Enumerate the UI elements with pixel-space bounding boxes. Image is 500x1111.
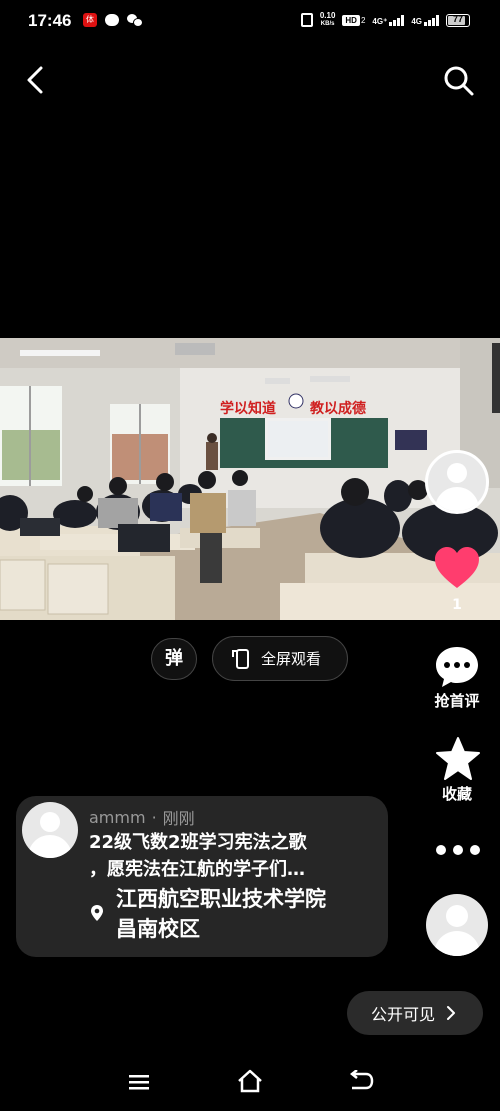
system-nav-bar bbox=[0, 1052, 500, 1111]
network-speed: 0.10 KB/s bbox=[320, 12, 336, 28]
comment-button[interactable] bbox=[433, 644, 481, 690]
author-name[interactable]: ammm bbox=[89, 808, 146, 827]
visibility-button[interactable]: 公开可见 bbox=[347, 991, 483, 1035]
heart-icon bbox=[435, 547, 479, 588]
signal-2: 4G bbox=[411, 14, 439, 26]
hd-indicator: HD 2 bbox=[342, 14, 366, 26]
music-disc-avatar[interactable] bbox=[426, 894, 488, 956]
location-link[interactable]: 江西航空职业技术学院 昌南校区 bbox=[116, 884, 386, 944]
hd-badge: HD bbox=[342, 14, 360, 26]
vibrate-icon bbox=[300, 13, 313, 27]
search-icon bbox=[444, 66, 474, 96]
banner-left-text: 学以知道 bbox=[220, 400, 276, 417]
danmaku-button[interactable]: 弹 bbox=[151, 638, 197, 680]
status-time: 17:46 bbox=[28, 11, 72, 30]
post-title-line-2: ，愿宪法在江航的学子们… bbox=[89, 859, 305, 880]
banner-right-text: 教以成德 bbox=[310, 400, 366, 417]
message-icon bbox=[105, 14, 119, 26]
wechat-icon bbox=[127, 13, 143, 27]
location-line-1: 江西航空职业技术学院 bbox=[116, 887, 326, 911]
favorite-button[interactable] bbox=[434, 736, 482, 782]
system-status-icons: 0.10 KB/s HD 2 4G⁺ 4G 77 bbox=[300, 12, 470, 28]
author-avatar[interactable] bbox=[425, 450, 489, 514]
menu-icon[interactable] bbox=[128, 1073, 150, 1091]
post-time: 刚刚 bbox=[162, 809, 195, 828]
star-icon bbox=[436, 737, 480, 780]
status-bar: 17:46 体 0.10 KB/s HD 2 4G⁺ 4G 77 bbox=[0, 0, 500, 44]
chevron-right-icon bbox=[447, 1006, 456, 1020]
chevron-left-icon bbox=[27, 66, 43, 94]
more-dot-icon bbox=[453, 845, 463, 855]
back-button[interactable] bbox=[22, 62, 52, 98]
more-dot-icon bbox=[470, 845, 480, 855]
like-button[interactable] bbox=[433, 546, 481, 592]
post-meta: ammm · 刚刚 bbox=[89, 805, 195, 829]
comment-icon bbox=[436, 647, 478, 687]
more-dot-icon bbox=[436, 845, 446, 855]
fullscreen-label: 全屏观看 bbox=[261, 650, 322, 668]
visibility-label: 公开可见 bbox=[371, 1005, 436, 1024]
home-icon[interactable] bbox=[236, 1068, 264, 1094]
network-speed-value: 0.10 bbox=[319, 11, 336, 20]
post-title[interactable]: 22级飞数2班学习宪法之歌 ，愿宪法在江航的学子们… bbox=[89, 829, 379, 883]
search-button[interactable] bbox=[442, 64, 476, 98]
fullscreen-button[interactable]: 全屏观看 bbox=[212, 636, 348, 681]
meta-separator: · bbox=[151, 807, 157, 827]
signal-1: 4G⁺ bbox=[372, 14, 405, 26]
app-notification-icon: 体 bbox=[83, 13, 97, 27]
post-title-line-1: 22级飞数2班学习宪法之歌 bbox=[89, 832, 307, 853]
signal-1-label: 4G⁺ bbox=[372, 16, 388, 26]
post-info-card[interactable]: ammm · 刚刚 22级飞数2班学习宪法之歌 ，愿宪法在江航的学子们… 江西航… bbox=[16, 796, 388, 957]
signal-2-bars-icon bbox=[424, 14, 439, 26]
back-nav-icon[interactable] bbox=[348, 1070, 374, 1092]
location-line-2: 昌南校区 bbox=[116, 917, 200, 941]
battery-icon: 77 bbox=[446, 13, 470, 27]
like-count: 1 bbox=[452, 597, 462, 613]
signal-1-bars-icon bbox=[389, 14, 405, 26]
hd-sub: 2 bbox=[360, 15, 366, 25]
battery-level: 77 bbox=[452, 13, 463, 24]
poster-avatar[interactable] bbox=[22, 802, 78, 858]
favorite-label: 收藏 bbox=[441, 785, 472, 803]
signal-2-label: 4G bbox=[411, 16, 422, 26]
notification-icons: 体 bbox=[83, 13, 143, 27]
location-pin-icon bbox=[91, 905, 103, 921]
more-options-button[interactable] bbox=[436, 840, 480, 860]
network-speed-unit: KB/s bbox=[320, 21, 335, 27]
comment-label: 抢首评 bbox=[434, 692, 480, 710]
rotate-phone-icon bbox=[232, 648, 249, 669]
